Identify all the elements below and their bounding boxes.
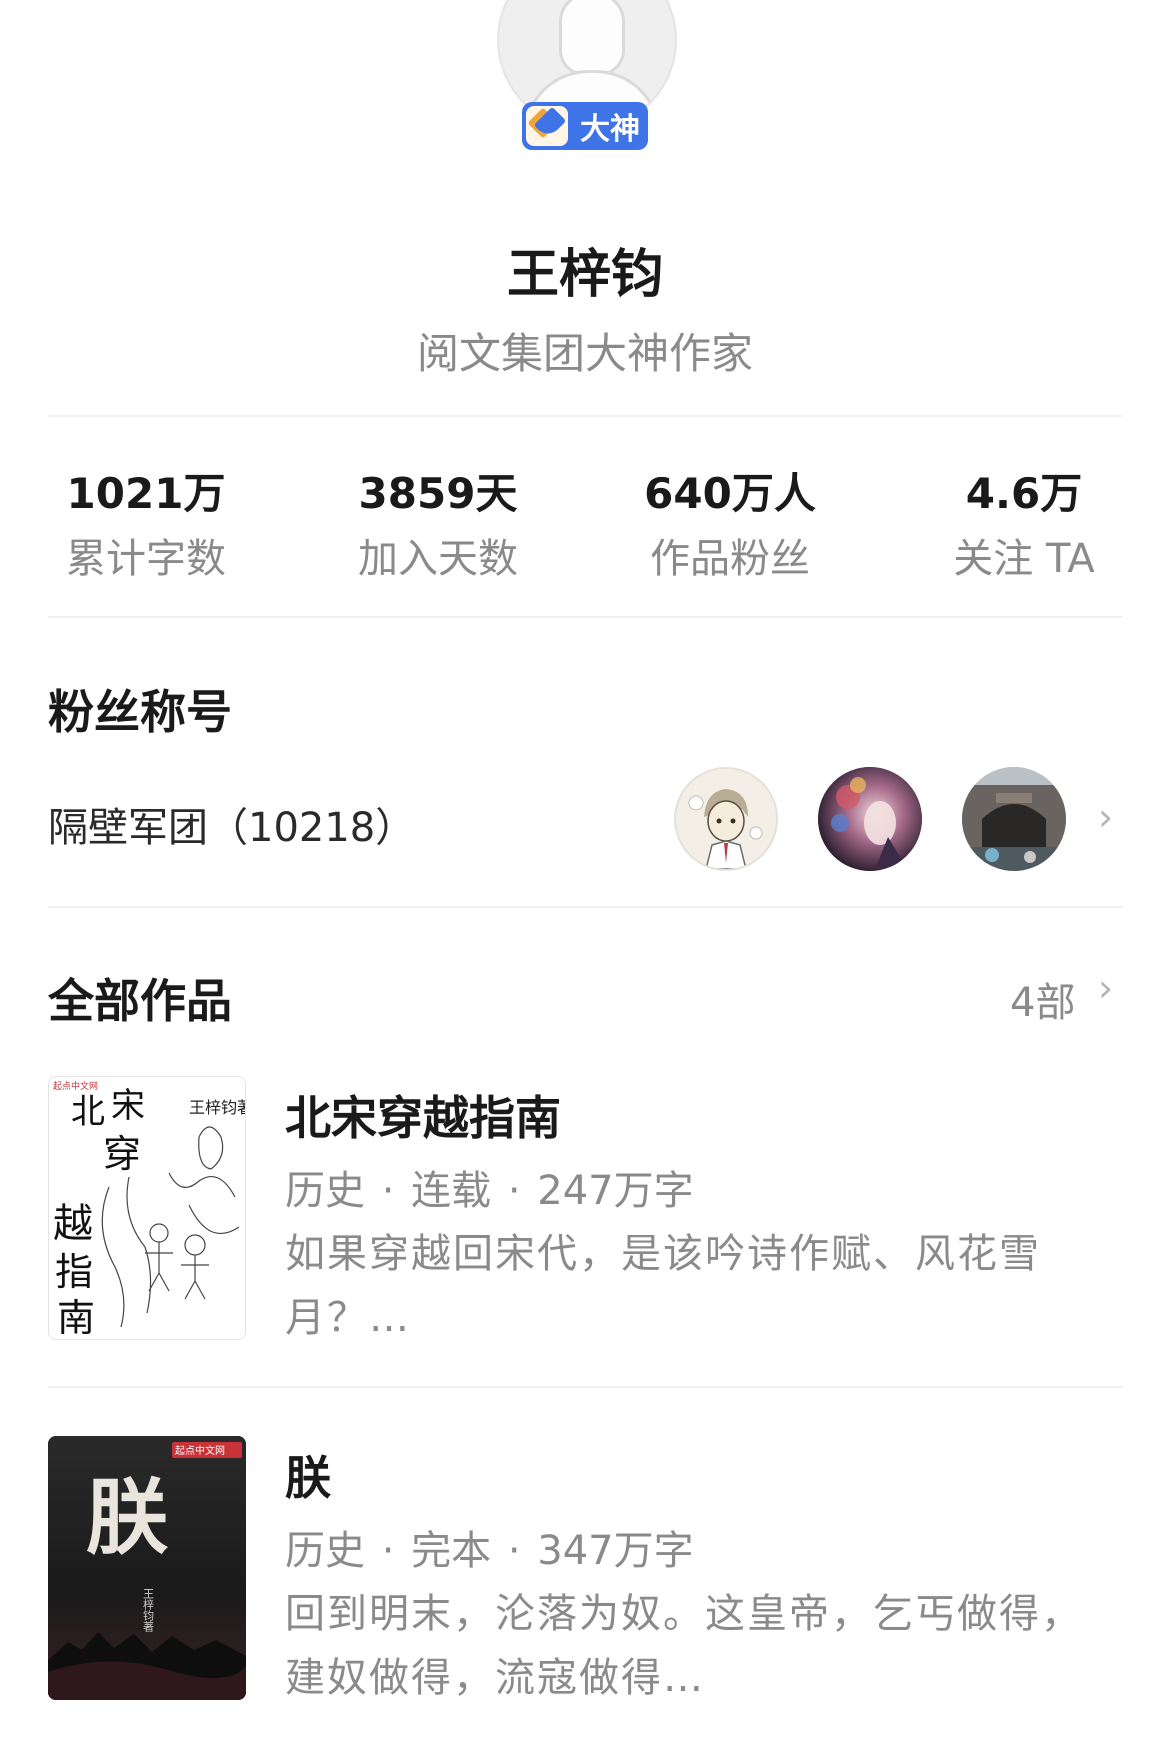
author-name: 王梓钧 [506,245,663,305]
stat-value: 4.6万 [965,469,1083,518]
fan-avatar[interactable] [962,767,1066,871]
all-works-heading: 全部作品 [48,974,232,1028]
fan-avatar[interactable] [818,767,922,871]
fan-avatar-image [818,767,922,871]
stat-days-joined: 3859天 加入天数 [292,460,584,584]
fan-avatar-image [962,767,1066,871]
stat-value: 1021万 [66,469,226,518]
stat-label: 加入天数 [358,536,518,582]
cover-author: 王梓钧著 [189,1098,246,1117]
cover-title: 朕 [86,1470,169,1566]
book-title[interactable]: 北宋穿越指南 [285,1082,561,1148]
chevron-right-icon[interactable]: › [1098,795,1113,839]
book-title[interactable]: 朕 [285,1442,331,1508]
fan-title-heading: 粉丝称号 [48,685,232,739]
book-cover[interactable]: 起点中文网 北 宋 穿 越 指 南 王梓钧著 [48,1076,246,1340]
cover-title-char: 穿 [103,1132,141,1176]
divider [48,906,1122,908]
chevron-right-icon[interactable]: › [1098,966,1113,1010]
stat-total-words: 1021万 累计字数 [0,460,292,584]
divider [48,616,1122,618]
stat-followers[interactable]: 4.6万 关注 TA [878,460,1170,584]
stat-value: 3859天 [358,469,518,518]
stat-value: 640万人 [644,469,816,518]
divider [48,415,1122,417]
book-cover[interactable]: 起点中文网 朕 王梓钧著 [48,1436,246,1700]
cover-publisher: 起点中文网 [175,1444,225,1457]
stat-label: 累计字数 [66,536,226,582]
cover-title-char: 北 [71,1092,105,1132]
cover-publisher: 起点中文网 [53,1080,98,1091]
book-meta: 历史 · 连载 · 247万字 [285,1168,694,1214]
book-cover-art: 起点中文网 朕 王梓钧著 [48,1436,246,1700]
cover-title-char: 南 [57,1296,95,1340]
fan-avatar[interactable] [674,767,778,871]
book-description: 如果穿越回宋代，是该吟诗作赋、风花雪月？… [285,1231,1041,1341]
cover-title-char: 宋 [111,1086,145,1126]
book-meta: 历史 · 完本 · 347万字 [285,1528,694,1574]
divider [48,1386,1122,1388]
author-level-badge: 大神 [522,102,648,150]
badge-label: 大神 [580,112,640,147]
stat-label: 作品粉丝 [650,536,810,582]
stat-fans[interactable]: 640万人 作品粉丝 [584,460,876,584]
fan-avatar-image [676,769,776,869]
book-cover-art: 起点中文网 北 宋 穿 越 指 南 王梓钧著 [49,1077,246,1340]
pen-nib-icon [526,106,568,146]
cover-title-char: 越 [53,1201,93,1247]
author-subtitle: 阅文集团大神作家 [416,329,753,378]
works-count[interactable]: 4部 [1010,970,1075,1028]
avatar-head-silhouette [559,0,625,76]
book-description: 回到明末，沦落为奴。这皇帝，乞丐做得，建奴做得，流寇做得… [285,1591,1083,1701]
stat-label: 关注 TA [953,536,1095,582]
cover-title-char: 指 [55,1250,93,1294]
fan-group-name[interactable]: 隔壁军团（10218） [48,795,415,853]
cover-author: 王梓钧著 [142,1588,155,1633]
